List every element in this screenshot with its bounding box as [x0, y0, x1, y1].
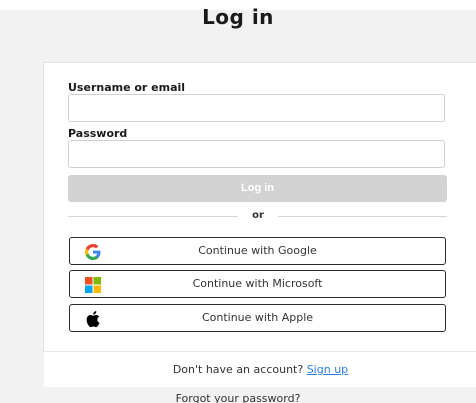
username-input[interactable]	[68, 94, 445, 122]
login-button[interactable]: Log in	[68, 175, 447, 202]
signup-footer: Don't have an account? Sign up	[44, 351, 476, 387]
continue-with-apple-button[interactable]: Continue with Apple	[69, 304, 446, 332]
google-icon	[85, 244, 101, 260]
apple-icon	[86, 311, 100, 328]
password-input[interactable]	[68, 140, 445, 168]
divider-line-right	[278, 216, 447, 217]
signup-prompt: Don't have an account?	[172, 363, 304, 376]
continue-with-microsoft-button[interactable]: Continue with Microsoft	[69, 270, 446, 298]
username-label: Username or email	[68, 81, 186, 94]
divider-line-left	[68, 216, 238, 217]
google-button-label: Continue with Google	[198, 244, 317, 257]
divider-text: or	[252, 210, 264, 221]
continue-with-google-button[interactable]: Continue with Google	[69, 237, 446, 265]
signup-link[interactable]: Sign up	[307, 363, 348, 376]
login-card: Username or email Password Log in or Con…	[43, 62, 476, 387]
forgot-password-link[interactable]: Forgot your password?	[0, 392, 476, 403]
microsoft-button-label: Continue with Microsoft	[192, 277, 323, 290]
microsoft-icon	[85, 277, 101, 293]
page-title: Log in	[202, 5, 274, 29]
login-page: Log in Username or email Password Log in…	[0, 0, 476, 403]
password-label: Password	[68, 127, 128, 140]
apple-button-label: Continue with Apple	[201, 311, 314, 324]
